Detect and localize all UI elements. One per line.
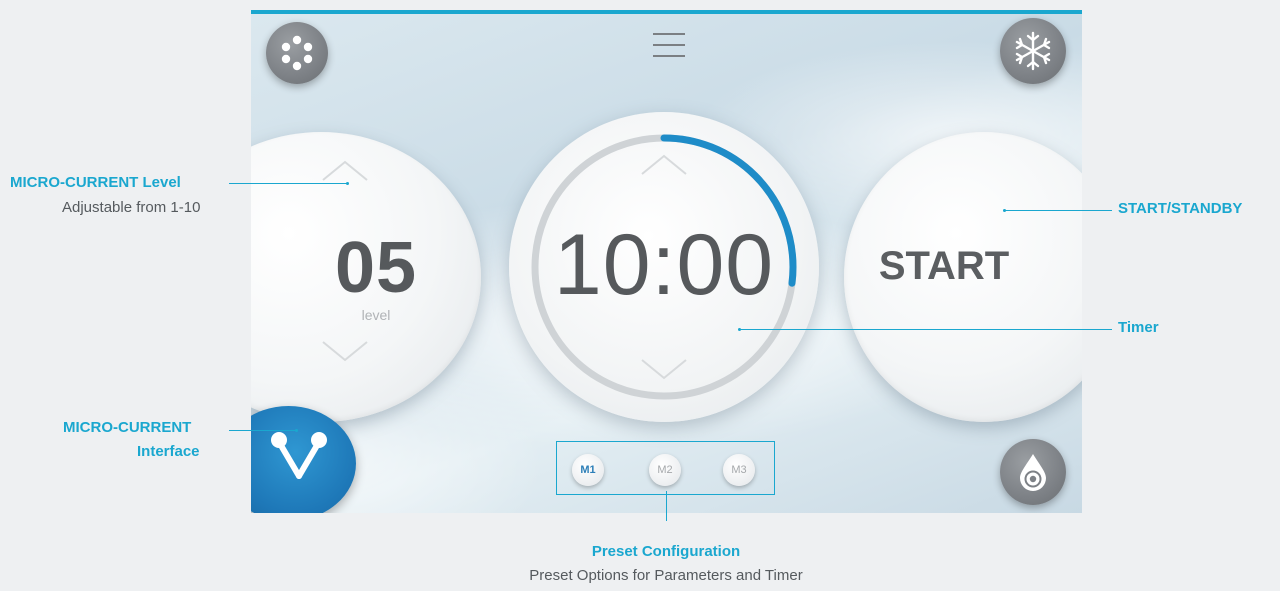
- water-button[interactable]: [1000, 439, 1066, 505]
- water-drop-icon: [1020, 454, 1046, 491]
- interface-annotation-dot: [295, 429, 298, 432]
- dots-menu-button[interactable]: [266, 22, 328, 84]
- level-annotation-dot: [346, 182, 349, 185]
- preset-annotation-subtitle: Preset Options for Parameters and Timer: [529, 567, 803, 584]
- start-annotation-title: START/STANDBY: [1118, 200, 1243, 217]
- timer-up-chevron-icon[interactable]: [640, 154, 688, 176]
- preset-selector: M1 M2 M3: [556, 441, 775, 495]
- device-screen: 05 level 10:00 START M1 M2 M3: [251, 10, 1082, 513]
- preset-m1-button[interactable]: M1: [572, 454, 604, 486]
- preset-m3-button[interactable]: M3: [723, 454, 755, 486]
- timer-annotation-dot: [738, 328, 741, 331]
- timer-annotation-line: [740, 329, 1112, 330]
- menu-icon[interactable]: [653, 32, 685, 58]
- cooling-button[interactable]: [1000, 18, 1066, 84]
- level-annotation-subtitle: Adjustable from 1-10: [62, 199, 201, 216]
- level-annotation-title: MICRO-CURRENT Level: [10, 174, 181, 191]
- level-dial: 05 level: [251, 132, 481, 422]
- start-annotation-dot: [1003, 209, 1006, 212]
- level-value: 05: [334, 228, 418, 308]
- preset-annotation-line: [666, 491, 667, 521]
- timer-dial: 10:00: [509, 112, 819, 422]
- level-unit-label: level: [361, 307, 391, 323]
- micro-current-button[interactable]: [251, 406, 356, 513]
- interface-annotation-line2: Interface: [137, 443, 200, 460]
- level-annotation-line: [229, 183, 347, 184]
- timer-down-chevron-icon[interactable]: [640, 358, 688, 380]
- micro-current-icon: [271, 432, 327, 479]
- level-up-chevron-icon[interactable]: [321, 160, 369, 182]
- preset-m2-button[interactable]: M2: [649, 454, 681, 486]
- level-down-chevron-icon[interactable]: [321, 340, 369, 362]
- dots-circle-icon: [281, 35, 313, 71]
- start-button[interactable]: START: [844, 132, 1082, 422]
- snowflake-icon: [1015, 31, 1051, 71]
- preset-annotation-title: Preset Configuration: [591, 543, 741, 560]
- interface-annotation-line1: MICRO-CURRENT: [63, 419, 192, 436]
- timer-value: 10:00: [553, 217, 775, 313]
- interface-annotation-line: [229, 430, 296, 431]
- start-annotation-line: [1005, 210, 1112, 211]
- timer-annotation-title: Timer: [1118, 319, 1159, 336]
- start-label: START: [878, 244, 1010, 288]
